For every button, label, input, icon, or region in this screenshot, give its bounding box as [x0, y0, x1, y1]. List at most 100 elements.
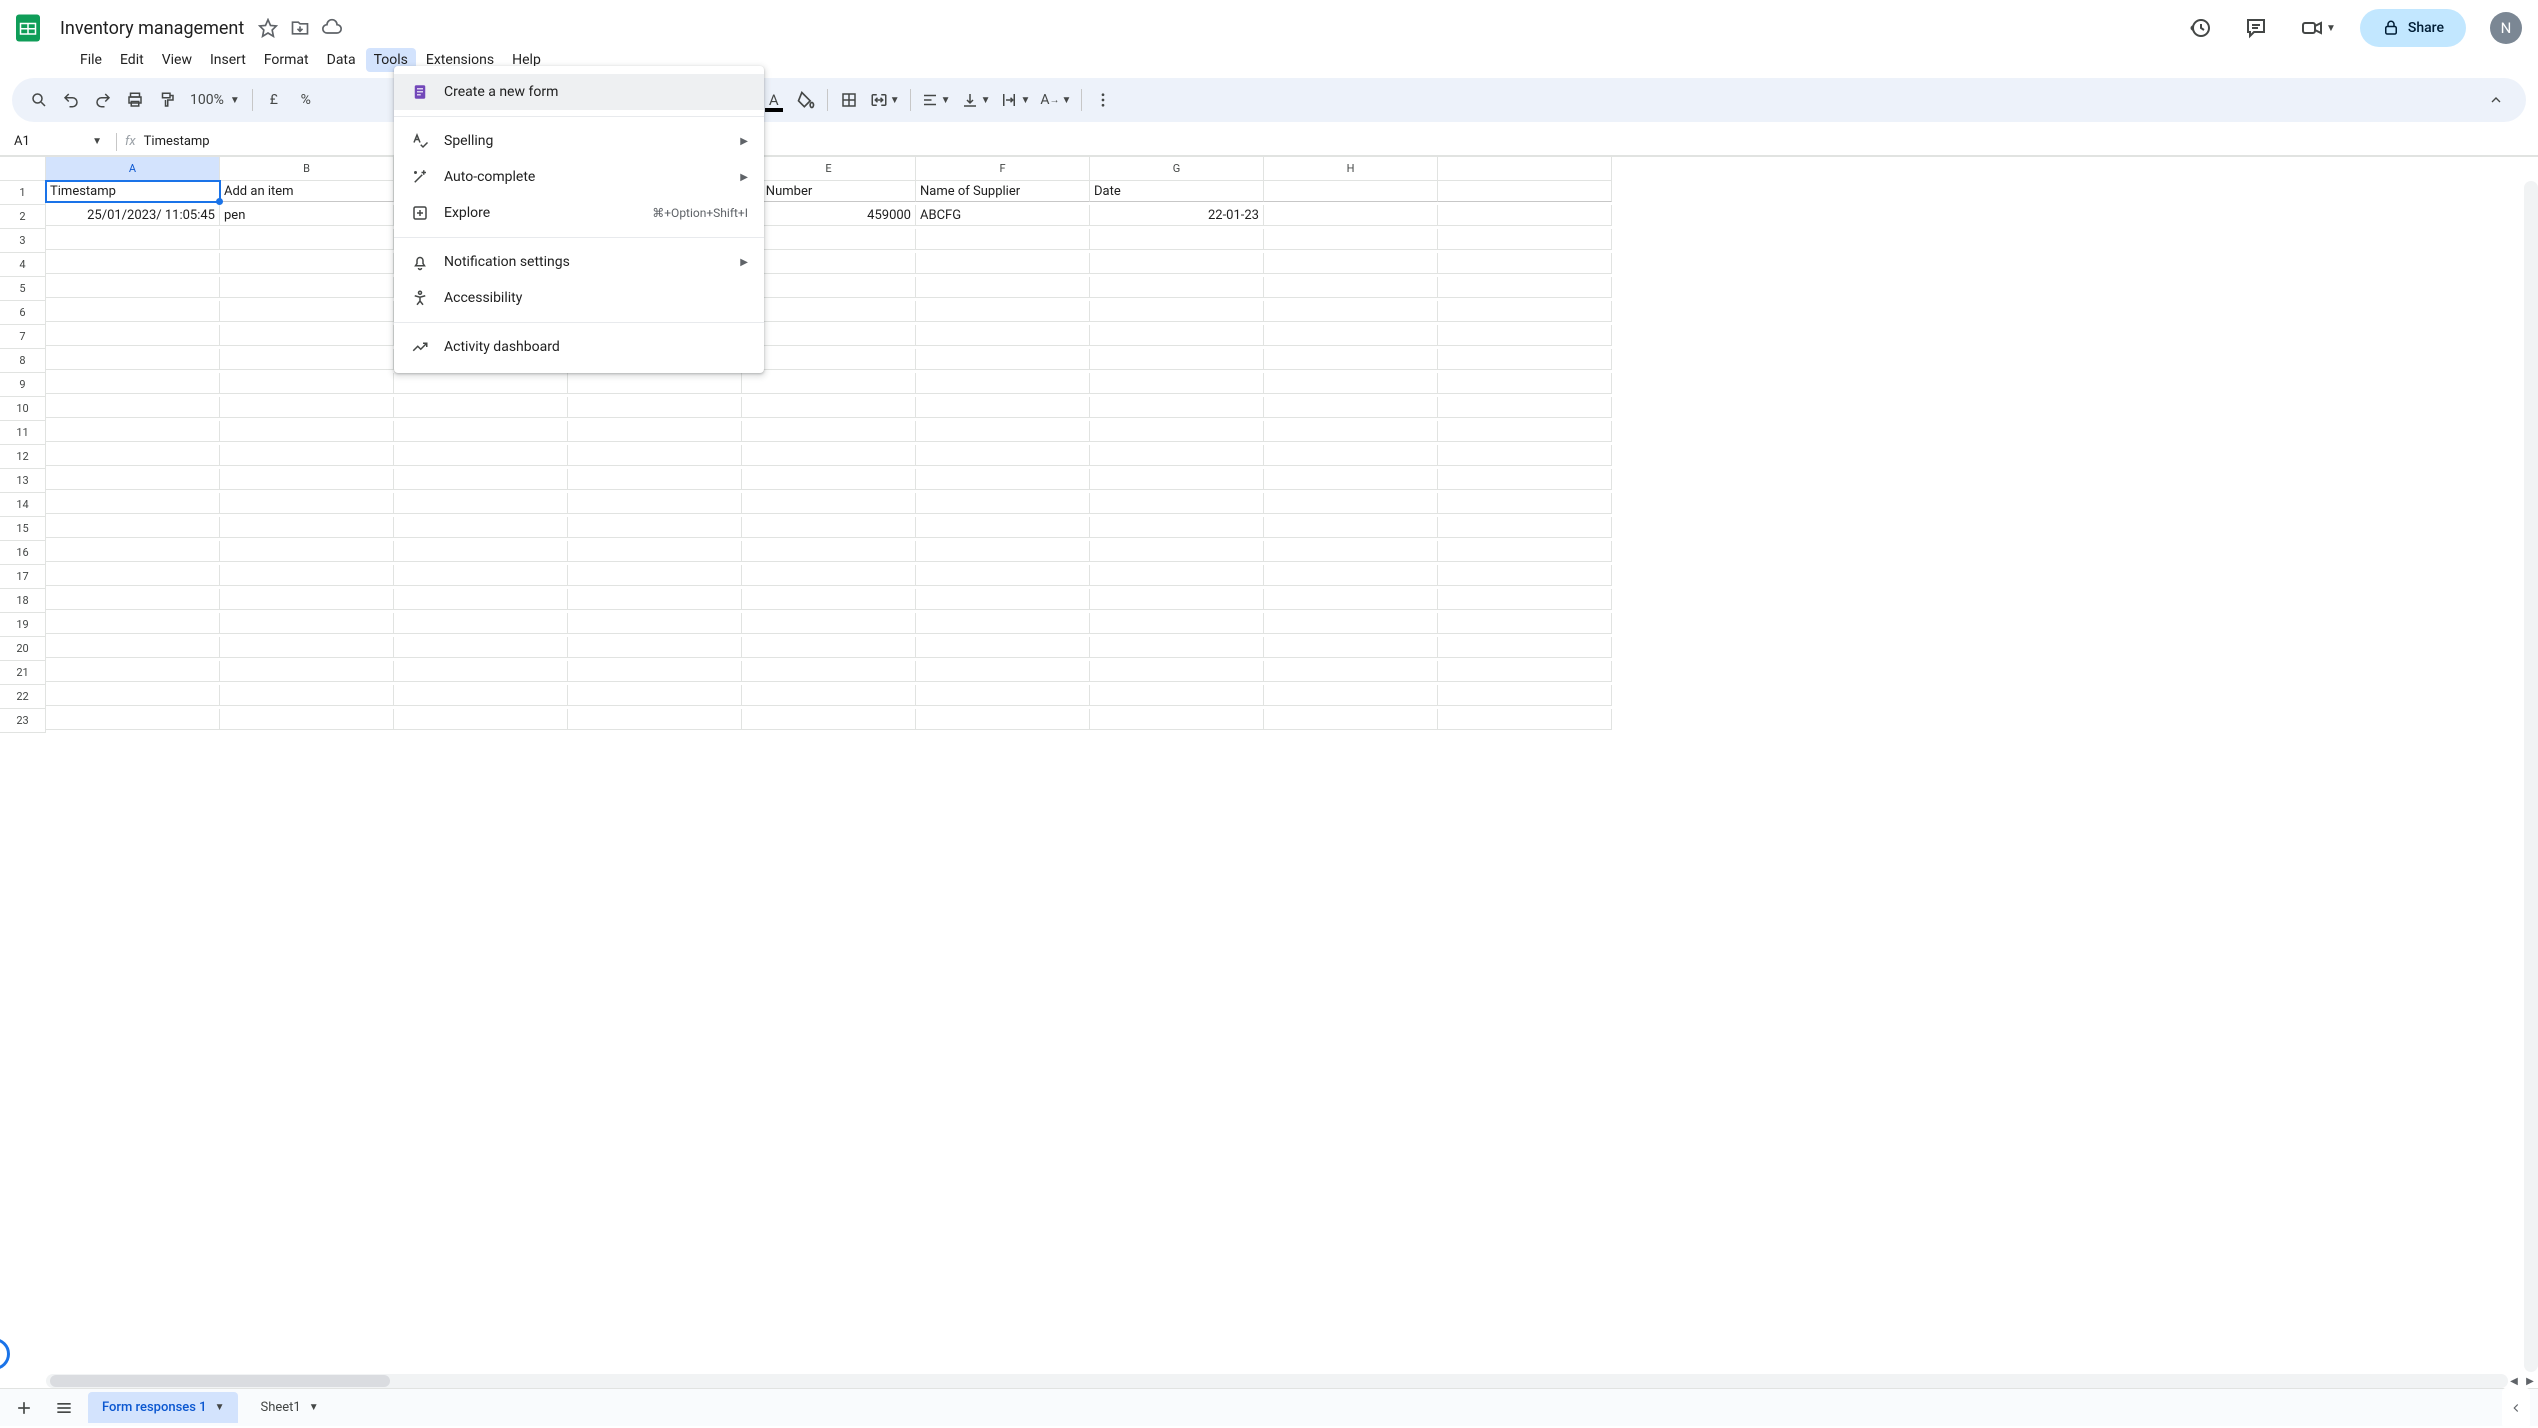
cell[interactable]: [46, 709, 220, 730]
cell[interactable]: [394, 373, 568, 394]
cell[interactable]: [1438, 301, 1612, 322]
cell[interactable]: [568, 589, 742, 610]
cell[interactable]: Name of Supplier: [916, 181, 1090, 202]
cell[interactable]: ABCFG: [916, 205, 1090, 226]
cell[interactable]: [742, 469, 916, 490]
cell[interactable]: [394, 445, 568, 466]
cell[interactable]: [742, 325, 916, 346]
cell[interactable]: [394, 637, 568, 658]
cell[interactable]: [1264, 469, 1438, 490]
cell[interactable]: [1090, 373, 1264, 394]
cell[interactable]: [568, 517, 742, 538]
sheet-tab-form-responses[interactable]: Form responses 1 ▼: [88, 1392, 238, 1423]
cell[interactable]: [1090, 253, 1264, 274]
cell[interactable]: [916, 325, 1090, 346]
cell[interactable]: [1090, 565, 1264, 586]
cell[interactable]: [742, 277, 916, 298]
cell[interactable]: [742, 613, 916, 634]
scroll-left-icon[interactable]: ◀: [2506, 1374, 2522, 1388]
cell[interactable]: [46, 253, 220, 274]
cell[interactable]: [568, 709, 742, 730]
cell[interactable]: [1438, 397, 1612, 418]
cell[interactable]: [568, 637, 742, 658]
cell[interactable]: [1264, 421, 1438, 442]
row-header[interactable]: 7: [0, 325, 46, 349]
cell[interactable]: [220, 421, 394, 442]
cell[interactable]: [916, 421, 1090, 442]
cell[interactable]: [916, 541, 1090, 562]
cell[interactable]: [1438, 709, 1612, 730]
cell[interactable]: [1438, 229, 1612, 250]
cell[interactable]: [220, 397, 394, 418]
cell[interactable]: [1264, 613, 1438, 634]
cell[interactable]: 25/01/2023/ 11:05:45: [46, 205, 220, 226]
cell[interactable]: [568, 373, 742, 394]
scroll-right-icon[interactable]: ▶: [2522, 1374, 2538, 1388]
menu-explore[interactable]: Explore ⌘+Option+Shift+I: [394, 195, 764, 231]
row-header[interactable]: 1: [0, 181, 46, 205]
cell[interactable]: [220, 709, 394, 730]
cell[interactable]: [742, 373, 916, 394]
cell[interactable]: [220, 661, 394, 682]
cell[interactable]: [1090, 301, 1264, 322]
share-button[interactable]: Share: [2360, 9, 2466, 47]
cell[interactable]: [1264, 397, 1438, 418]
cell[interactable]: [742, 349, 916, 370]
cell[interactable]: [1438, 613, 1612, 634]
cell[interactable]: [1090, 229, 1264, 250]
menu-create-form[interactable]: Create a new form: [394, 74, 764, 110]
cell[interactable]: [1090, 349, 1264, 370]
cell[interactable]: [1438, 181, 1612, 202]
row-header[interactable]: 9: [0, 373, 46, 397]
select-all-corner[interactable]: [0, 157, 46, 181]
formula-bar-input[interactable]: Timestamp: [144, 134, 210, 149]
cell[interactable]: [46, 397, 220, 418]
cell[interactable]: [742, 445, 916, 466]
search-menus-icon[interactable]: [24, 85, 54, 115]
cell[interactable]: [1090, 613, 1264, 634]
cell[interactable]: [1264, 541, 1438, 562]
cell[interactable]: [1264, 205, 1438, 226]
cell[interactable]: [916, 613, 1090, 634]
borders-icon[interactable]: [834, 85, 864, 115]
row-header[interactable]: 8: [0, 349, 46, 373]
cell[interactable]: [568, 613, 742, 634]
cell[interactable]: [394, 565, 568, 586]
cell[interactable]: [1090, 541, 1264, 562]
cell[interactable]: [46, 277, 220, 298]
cell[interactable]: [1090, 685, 1264, 706]
horizontal-scrollbar[interactable]: [46, 1374, 2508, 1388]
cell[interactable]: [46, 517, 220, 538]
sheet-tab-menu-icon[interactable]: ▼: [215, 1402, 225, 1413]
sheet-tab-menu-icon[interactable]: ▼: [309, 1402, 319, 1413]
cell[interactable]: [1090, 493, 1264, 514]
cell[interactable]: [742, 229, 916, 250]
cell[interactable]: [1264, 493, 1438, 514]
row-header[interactable]: 6: [0, 301, 46, 325]
cell[interactable]: [220, 589, 394, 610]
cell[interactable]: [742, 421, 916, 442]
cloud-status-icon[interactable]: [322, 18, 342, 38]
column-header[interactable]: A: [46, 157, 220, 181]
cell[interactable]: [394, 685, 568, 706]
cell[interactable]: [46, 421, 220, 442]
cell[interactable]: [742, 565, 916, 586]
cell[interactable]: [742, 709, 916, 730]
add-sheet-button[interactable]: [8, 1392, 40, 1424]
column-header[interactable]: H: [1264, 157, 1438, 181]
vertical-align-icon[interactable]: ▼: [957, 85, 995, 115]
row-header[interactable]: 11: [0, 421, 46, 445]
cell[interactable]: [220, 613, 394, 634]
sheets-logo[interactable]: [8, 8, 48, 48]
row-header[interactable]: 16: [0, 541, 46, 565]
cell[interactable]: [46, 493, 220, 514]
cell[interactable]: [1264, 445, 1438, 466]
cell[interactable]: 22-01-23: [1090, 205, 1264, 226]
cell[interactable]: [1090, 397, 1264, 418]
cell[interactable]: [568, 541, 742, 562]
percent-button[interactable]: %: [291, 85, 321, 115]
cell[interactable]: [1090, 661, 1264, 682]
row-header[interactable]: 21: [0, 661, 46, 685]
text-rotation-icon[interactable]: A→▼: [1036, 85, 1075, 115]
cell[interactable]: [1438, 589, 1612, 610]
